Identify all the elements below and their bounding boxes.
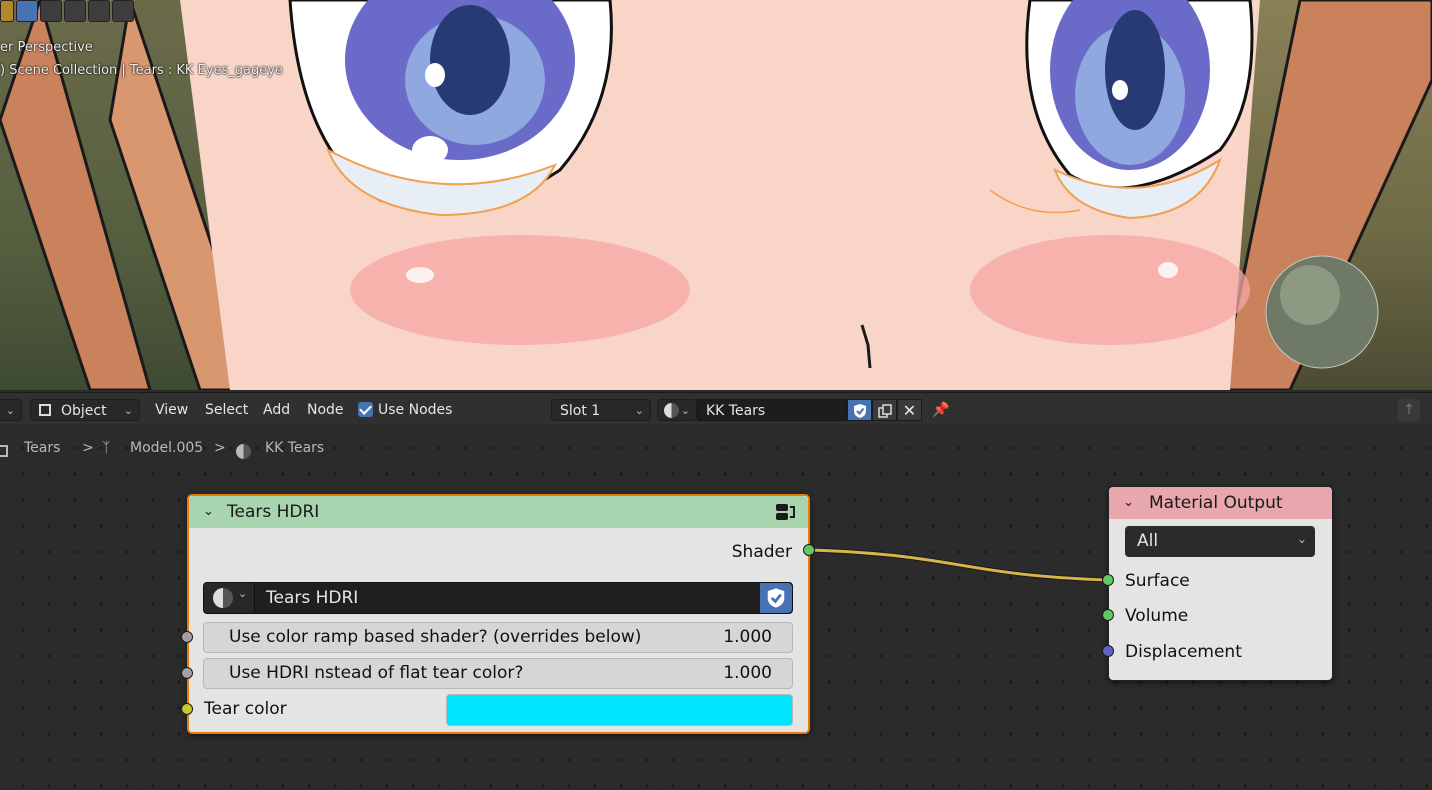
duplicate-material-icon[interactable]: [872, 399, 897, 421]
slot-dropdown-label: Slot 1: [560, 403, 601, 419]
input-value: 1.000: [723, 663, 772, 683]
unlink-material-close-icon[interactable]: ✕: [897, 399, 922, 421]
material-sphere-icon: [213, 588, 233, 608]
chevron-down-icon: ⌄: [680, 404, 690, 417]
menu-view[interactable]: View: [153, 399, 190, 421]
menu-node[interactable]: Node: [305, 399, 346, 421]
node-tree-browse-button[interactable]: ⌄: [204, 583, 255, 613]
tear-color-swatch[interactable]: [446, 694, 793, 726]
editor-type-dropdown[interactable]: ⌄: [0, 399, 22, 421]
input-displacement-label: Displacement: [1125, 642, 1242, 662]
node-header[interactable]: ⌄ Material Output: [1109, 487, 1332, 519]
select-box-icon[interactable]: [16, 0, 38, 22]
node-header[interactable]: ⌄ Tears HDRI: [189, 496, 808, 528]
input-label: Use color ramp based shader? (overrides …: [229, 627, 642, 647]
viewport-collection-label: ) Scene Collection | Tears : KK Eyes_gag…: [0, 63, 283, 78]
target-dropdown-label: All: [1137, 531, 1159, 551]
socket-float-input[interactable]: [181, 667, 193, 679]
tool-cursor-icon[interactable]: [0, 0, 14, 22]
chevron-down-icon: ⌄: [1296, 532, 1307, 546]
object-mode-icon: [39, 404, 51, 416]
target-dropdown[interactable]: All ⌄: [1125, 526, 1315, 557]
output-shader-label: Shader: [731, 542, 792, 562]
material-output-node[interactable]: ⌄ Material Output All ⌄ Surface Volume D…: [1108, 486, 1333, 681]
fake-user-shield-icon[interactable]: [847, 399, 872, 421]
material-name-field[interactable]: KK Tears: [697, 399, 847, 421]
socket-displacement-input[interactable]: [1102, 645, 1114, 657]
object-icon: [0, 445, 8, 457]
breadcrumb-separator: >: [214, 440, 226, 456]
collapse-chevron-icon[interactable]: ⌄: [203, 496, 214, 528]
slot-dropdown[interactable]: Slot 1 ⌄: [551, 399, 651, 421]
mode-dropdown[interactable]: Object ⌄: [30, 399, 140, 421]
input-value: 1.000: [723, 627, 772, 647]
input-volume-label: Volume: [1125, 606, 1189, 626]
breadcrumb-separator: >: [82, 440, 94, 456]
collapse-chevron-icon[interactable]: ⌄: [1123, 487, 1134, 519]
socket-float-input[interactable]: [181, 631, 193, 643]
select-extend-icon[interactable]: [40, 0, 62, 22]
input-use-color-ramp[interactable]: Use color ramp based shader? (overrides …: [203, 622, 793, 653]
mesh-data-icon: ᛉ: [102, 440, 111, 456]
breadcrumb-item-material: KK Tears: [265, 440, 325, 456]
chevron-down-icon: ⌄: [634, 404, 644, 417]
select-invert-icon[interactable]: [88, 0, 110, 22]
mode-dropdown-label: Object: [61, 403, 107, 419]
chevron-down-icon: ⌄: [238, 587, 248, 600]
input-label: Use HDRI nstead of flat tear color?: [229, 663, 524, 683]
eye-left-pupil: [430, 5, 510, 115]
input-surface-label: Surface: [1125, 571, 1190, 591]
group-node-tears-hdri[interactable]: ⌄ Tears HDRI Shader ⌄ Tears HDRI Use col…: [187, 494, 810, 734]
chevron-down-icon: ⌄: [123, 404, 133, 417]
node-title: Tears HDRI: [227, 502, 320, 522]
input-use-hdri[interactable]: Use HDRI nstead of flat tear color? 1.00…: [203, 658, 793, 689]
eye-right-pupil: [1105, 10, 1165, 130]
blush-left: [350, 235, 690, 345]
socket-color-input[interactable]: [181, 703, 193, 715]
material-sphere-icon: [236, 444, 251, 459]
node-editor-header: ⌄ Object ⌄ View Select Add Node Use Node…: [0, 392, 1432, 425]
viewport-render: [0, 0, 1432, 390]
selection-mode-toolbar: [0, 0, 134, 24]
3d-viewport[interactable]: er Perspective ) Scene Collection | Tear…: [0, 0, 1432, 390]
breadcrumb-item-mesh: Model.005: [130, 440, 204, 456]
fake-user-shield-icon[interactable]: [760, 583, 792, 613]
viewport-perspective-label: er Perspective: [0, 40, 93, 55]
use-nodes-toggle[interactable]: Use Nodes: [358, 399, 452, 421]
menu-select[interactable]: Select: [203, 399, 250, 421]
select-intersect-icon[interactable]: [112, 0, 134, 22]
breadcrumb-item-object: Tears: [24, 440, 61, 456]
node-tree-name: Tears HDRI: [266, 588, 359, 608]
chevron-down-icon: ⌄: [5, 404, 15, 417]
use-nodes-label: Use Nodes: [378, 402, 453, 418]
blush-right: [970, 235, 1250, 345]
node-group-datablock-field[interactable]: ⌄ Tears HDRI: [203, 582, 793, 614]
socket-shader-output[interactable]: [803, 544, 815, 556]
node-group-icon[interactable]: [774, 501, 796, 523]
socket-volume-input[interactable]: [1102, 609, 1114, 621]
material-browse-button[interactable]: ⌄: [657, 399, 697, 421]
select-subtract-icon[interactable]: [64, 0, 86, 22]
checkbox-checked-icon: [358, 402, 373, 417]
node-title: Material Output: [1149, 493, 1283, 513]
input-tear-color-label: Tear color: [204, 699, 287, 719]
menu-add[interactable]: Add: [261, 399, 292, 421]
socket-surface-input[interactable]: [1102, 574, 1114, 586]
parent-node-tree-icon[interactable]: ↑: [1398, 399, 1420, 421]
pin-icon[interactable]: 📌: [930, 399, 952, 421]
material-sphere-icon: [664, 403, 679, 418]
